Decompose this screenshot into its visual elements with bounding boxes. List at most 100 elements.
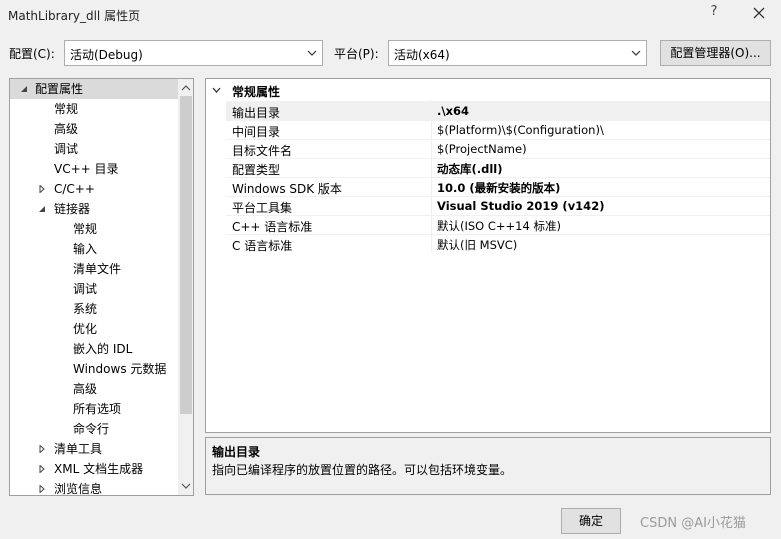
tree-item[interactable]: 清单工具 — [10, 439, 178, 459]
property-value[interactable]: 10.0 (最新安装的版本) — [437, 180, 560, 196]
tree-item-label: 链接器 — [54, 202, 91, 216]
property-name: 平台工具集 — [232, 201, 293, 215]
chevron-down-icon — [212, 87, 221, 93]
collapsed-triangle-icon[interactable] — [38, 185, 46, 193]
property-row[interactable]: 输出目录 .\x64 — [226, 101, 770, 120]
tree-item-label: 优化 — [73, 322, 98, 336]
property-value[interactable]: 动态库(.dll) — [437, 161, 503, 177]
tree-item-label: 高级 — [73, 382, 98, 396]
description-panel: 输出目录 指向已编译程序的放置位置的路径。可以包括环境变量。 — [205, 437, 771, 495]
tree-item[interactable]: VC++ 目录 — [10, 159, 178, 179]
ok-button[interactable]: 确定 — [561, 508, 621, 534]
tree-item[interactable]: 嵌入的 IDL — [10, 339, 178, 359]
description-text: 指向已编译程序的放置位置的路径。可以包括环境变量。 — [212, 463, 513, 477]
property-row[interactable]: 配置类型 动态库(.dll) — [226, 158, 770, 177]
tree-item-label: C/C++ — [54, 182, 95, 196]
grid-column-divider[interactable] — [431, 100, 432, 252]
property-value[interactable]: $(ProjectName) — [437, 142, 527, 156]
property-name: 中间目录 — [232, 125, 281, 139]
tree-item-label: VC++ 目录 — [54, 162, 119, 176]
tree-item-label: XML 文档生成器 — [54, 462, 144, 476]
description-title: 输出目录 — [212, 445, 261, 459]
tree-item-label: 命令行 — [73, 422, 110, 436]
tree-item[interactable]: 清单文件 — [10, 259, 178, 279]
scroll-up-icon[interactable] — [181, 84, 191, 92]
property-name: C++ 语言标准 — [232, 220, 313, 234]
property-value[interactable]: 默认(旧 MSVC) — [437, 237, 517, 253]
tree-item-label: 调试 — [73, 282, 98, 296]
tree-item[interactable]: 链接器 — [10, 199, 178, 219]
tree-item-label: 调试 — [54, 142, 79, 156]
property-tree: 配置属性 常规 高级 调试 VC++ 目录 C/C++ 链接器 常规 输入 清单文件 调试 系统 优化嵌… — [9, 78, 194, 496]
tree-item-label: 嵌入的 IDL — [73, 342, 133, 356]
tree-item[interactable]: 命令行 — [10, 419, 178, 439]
tree-item-label: 清单工具 — [54, 442, 103, 456]
expanded-triangle-icon[interactable] — [20, 85, 28, 93]
tree-item[interactable]: 系统 — [10, 299, 178, 319]
property-name: 配置类型 — [232, 163, 281, 177]
tree-item-label: 常规 — [73, 222, 98, 236]
property-name: C 语言标准 — [232, 239, 293, 253]
window-title: MathLibrary_dll 属性页 — [8, 9, 141, 23]
tree-item[interactable]: 配置属性 — [10, 79, 178, 99]
tree-item[interactable]: 输入 — [10, 239, 178, 259]
config-manager-button[interactable]: 配置管理器(O)... — [660, 40, 771, 66]
property-value[interactable]: $(Platform)\$(Configuration)\ — [437, 123, 604, 137]
property-row[interactable]: 中间目录 $(Platform)\$(Configuration)\ — [226, 120, 770, 139]
property-row[interactable]: C++ 语言标准 默认(ISO C++14 标准) — [226, 215, 770, 234]
expanded-triangle-icon[interactable] — [38, 205, 46, 213]
tree-item[interactable]: 调试 — [10, 279, 178, 299]
property-row[interactable]: Windows SDK 版本 10.0 (最新安装的版本) — [226, 177, 770, 196]
chevron-down-icon — [307, 50, 317, 56]
config-select[interactable]: 活动(Debug) — [64, 40, 323, 66]
property-value[interactable]: .\x64 — [437, 104, 469, 118]
property-value[interactable]: 默认(ISO C++14 标准) — [437, 218, 561, 234]
tree-item-label: 输入 — [73, 242, 98, 256]
tree-item-label: 所有选项 — [73, 402, 122, 416]
scroll-down-icon[interactable] — [181, 482, 191, 490]
platform-select-value: 活动(x64) — [394, 48, 450, 62]
chevron-down-icon — [631, 50, 641, 56]
tree-item[interactable]: 优化 — [10, 319, 178, 339]
tree-item[interactable]: 高级 — [10, 119, 178, 139]
tree-item-label: 清单文件 — [73, 262, 122, 276]
scroll-thumb[interactable] — [180, 96, 192, 414]
collapsed-triangle-icon[interactable] — [38, 445, 46, 453]
tree-item[interactable]: 常规 — [10, 99, 178, 119]
tree-item[interactable]: C/C++ — [10, 179, 178, 199]
tree-item[interactable]: 所有选项 — [10, 399, 178, 419]
tree-scrollbar[interactable] — [178, 79, 193, 495]
title-bar: MathLibrary_dll 属性页 ? — [0, 0, 781, 30]
grid-category-label: 常规属性 — [232, 85, 281, 99]
property-value[interactable]: Visual Studio 2019 (v142) — [437, 199, 604, 213]
tree-item-label: 系统 — [73, 302, 98, 316]
platform-label: 平台(P): — [334, 47, 379, 61]
property-row[interactable]: C 语言标准 默认(旧 MSVC) — [226, 234, 770, 253]
property-name: Windows SDK 版本 — [232, 182, 342, 196]
tree-item[interactable]: 调试 — [10, 139, 178, 159]
tree-item-label: Windows 元数据 — [73, 362, 167, 376]
tree-item-label: 浏览信息 — [54, 482, 103, 496]
platform-select[interactable]: 活动(x64) — [388, 40, 647, 66]
property-name: 输出目录 — [232, 106, 281, 120]
config-label: 配置(C): — [9, 47, 55, 61]
watermark: CSDN @AI小花猫 — [640, 516, 746, 531]
close-button[interactable] — [748, 2, 770, 24]
collapsed-triangle-icon[interactable] — [38, 485, 46, 493]
tree-item[interactable]: XML 文档生成器 — [10, 459, 178, 479]
config-select-value: 活动(Debug) — [70, 48, 143, 62]
tree-item[interactable]: 浏览信息 — [10, 479, 178, 496]
property-row[interactable]: 目标文件名 $(ProjectName) — [226, 139, 770, 158]
tree-item[interactable]: Windows 元数据 — [10, 359, 178, 379]
tree-item-label: 高级 — [54, 122, 79, 136]
tree-item[interactable]: 常规 — [10, 219, 178, 239]
tree-item-label: 常规 — [54, 102, 79, 116]
grid-category[interactable]: 常规属性 — [206, 81, 770, 100]
help-button[interactable]: ? — [706, 4, 722, 24]
property-name: 目标文件名 — [232, 144, 293, 158]
collapsed-triangle-icon[interactable] — [38, 465, 46, 473]
property-grid: 常规属性 输出目录 .\x64 中间目录 $(Platform)\$(Configur… — [205, 78, 771, 433]
property-row[interactable]: 平台工具集 Visual Studio 2019 (v142) — [226, 196, 770, 215]
close-icon — [753, 7, 765, 19]
tree-item[interactable]: 高级 — [10, 379, 178, 399]
